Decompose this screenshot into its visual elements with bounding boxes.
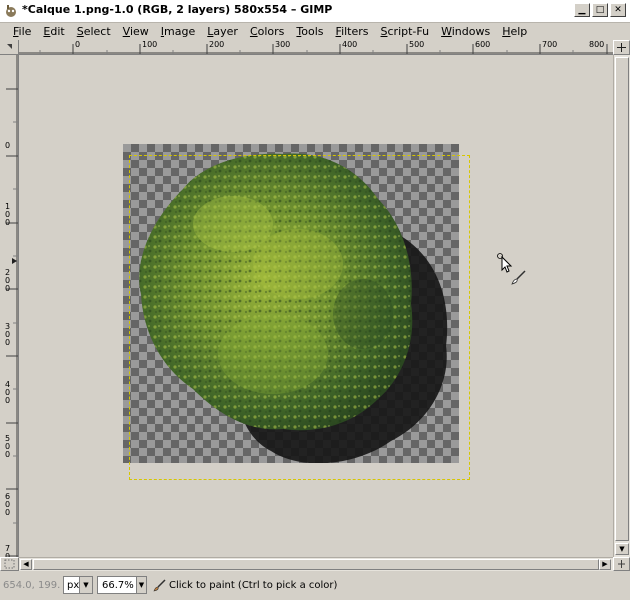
- zoom-level-field[interactable]: 66.7% ▼: [97, 576, 147, 594]
- ruler-label: 100: [142, 40, 158, 49]
- close-button[interactable]: ✕: [610, 3, 626, 17]
- maximize-button[interactable]: □: [592, 3, 608, 17]
- ruler-label: 500: [5, 434, 11, 459]
- status-bar: 654.0, 199.5 px ▼ 66.7% ▼ Click to paint…: [0, 572, 630, 598]
- ruler-label: 400: [5, 380, 11, 405]
- menu-filters[interactable]: Filters: [331, 25, 374, 38]
- zoom-value: 66.7%: [102, 579, 134, 591]
- ruler-label: 300: [5, 322, 11, 347]
- menu-script-fu[interactable]: Script-Fu: [376, 25, 435, 38]
- menu-view[interactable]: View: [118, 25, 154, 38]
- navigate-icon: [617, 43, 626, 52]
- menu-colors[interactable]: Colors: [245, 25, 289, 38]
- window-controls: ▁ □ ✕: [574, 3, 626, 19]
- chevron-down-icon[interactable]: ▼: [136, 576, 147, 594]
- ruler-label: 0: [75, 40, 81, 49]
- window-title: *Calque 1.png-1.0 (RGB, 2 layers) 580x55…: [22, 3, 333, 16]
- ruler-label: 500: [409, 40, 425, 49]
- menu-bar: File Edit Select View Image Layer Colors…: [0, 22, 630, 40]
- paintbrush-icon: [511, 270, 526, 285]
- horizontal-ruler[interactable]: 0 100 200 300 400 500 600 700 800: [19, 40, 613, 55]
- quick-mask-icon: [4, 559, 15, 569]
- unit-selector[interactable]: px ▼: [63, 576, 93, 594]
- menu-file[interactable]: File: [8, 25, 36, 38]
- menu-tools[interactable]: Tools: [291, 25, 328, 38]
- ruler-label: 600: [475, 40, 491, 49]
- menu-select[interactable]: Select: [72, 25, 116, 38]
- paintbrush-icon: [153, 579, 166, 592]
- zoom-corner-icon: [618, 560, 625, 568]
- vertical-scrollbar-thumb[interactable]: [615, 57, 629, 541]
- ruler-corner-menu-button[interactable]: [0, 40, 19, 55]
- minimize-button[interactable]: ▁: [574, 3, 590, 17]
- ruler-label: 300: [275, 40, 291, 49]
- navigate-button[interactable]: [613, 40, 630, 55]
- pointer-coordinates: 654.0, 199.5: [3, 579, 61, 591]
- ruler-label: 0: [5, 141, 11, 150]
- horizontal-scrollbar-thumb[interactable]: [33, 559, 599, 570]
- unit-value: px: [67, 579, 80, 591]
- menu-layer[interactable]: Layer: [202, 25, 243, 38]
- vertical-ruler[interactable]: 0 100 200 300 400 500 600 700: [0, 55, 19, 569]
- gimp-image-window: *Calque 1.png-1.0 (RGB, 2 layers) 580x55…: [0, 0, 630, 600]
- ruler-label: 200: [209, 40, 225, 49]
- ruler-label: 400: [342, 40, 358, 49]
- image-canvas[interactable]: [19, 55, 613, 557]
- horizontal-scrollbar[interactable]: ◀ ▶: [19, 557, 613, 571]
- menu-help[interactable]: Help: [497, 25, 532, 38]
- ruler-label: 100: [5, 202, 11, 227]
- zoom-image-when-window-size-changes-button[interactable]: [613, 557, 630, 571]
- scroll-left-button[interactable]: ◀: [20, 559, 32, 570]
- menu-windows[interactable]: Windows: [436, 25, 495, 38]
- menu-edit[interactable]: Edit: [38, 25, 69, 38]
- title-bar[interactable]: *Calque 1.png-1.0 (RGB, 2 layers) 580x55…: [0, 0, 630, 23]
- scroll-down-button[interactable]: ▼: [615, 543, 629, 555]
- vertical-scrollbar[interactable]: ▼: [613, 55, 630, 557]
- triangle-menu-icon: [7, 44, 12, 49]
- menu-image[interactable]: Image: [156, 25, 200, 38]
- ruler-label: 700: [542, 40, 558, 49]
- quick-mask-toggle[interactable]: [0, 557, 19, 571]
- ruler-label: 200: [5, 268, 11, 293]
- chevron-down-icon: ▼: [79, 577, 92, 593]
- ruler-label: 800: [589, 40, 605, 49]
- scroll-right-button[interactable]: ▶: [599, 559, 611, 570]
- gimp-icon: [6, 5, 16, 17]
- status-message: Click to paint (Ctrl to pick a color): [169, 579, 338, 591]
- ruler-label: 600: [5, 492, 11, 517]
- layer-boundary-marquee: [129, 155, 470, 480]
